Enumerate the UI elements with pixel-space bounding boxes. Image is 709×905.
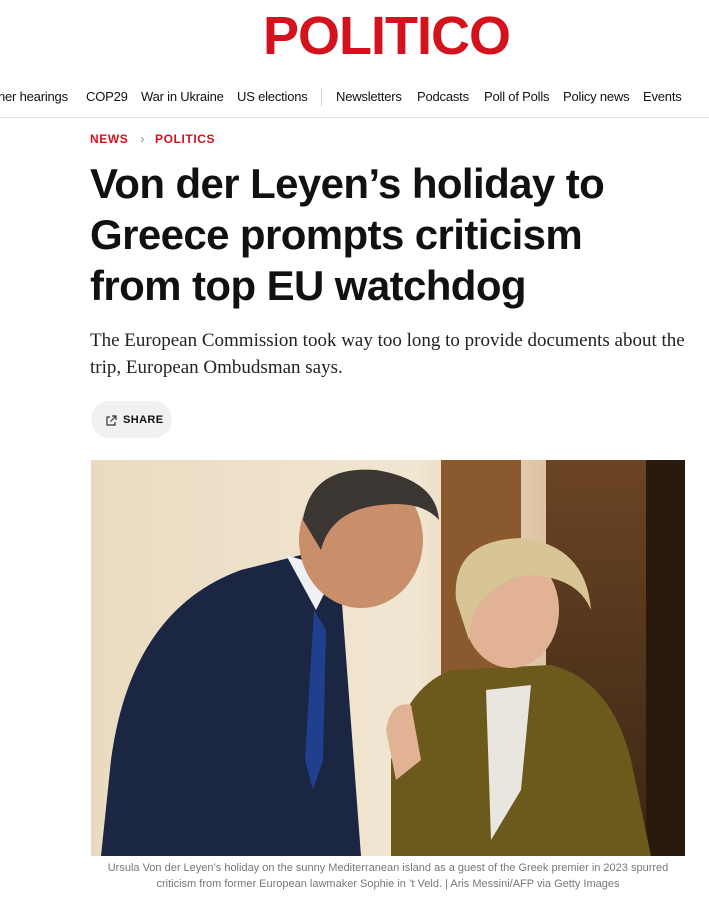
nav-item-poll-of-polls[interactable]: Poll of Polls (484, 89, 550, 105)
article-dek: The European Commission took way too lon… (90, 330, 685, 378)
site-header: POLITICO (0, 0, 709, 72)
nav-item-hearings[interactable]: ner hearings (0, 89, 68, 105)
nav-item-events[interactable]: Events (643, 89, 682, 105)
nav-divider-line (0, 117, 709, 118)
share-button[interactable]: SHARE (91, 401, 172, 438)
nav-item-war-in-ukraine[interactable]: War in Ukraine (141, 89, 224, 105)
article-headline: Von der Leyen’s holiday to Greece prompt… (90, 160, 605, 309)
breadcrumb-news[interactable]: NEWS (90, 132, 128, 146)
breadcrumb: NEWS › POLITICS (90, 131, 215, 147)
chevron-right-icon: › (140, 132, 146, 146)
article-photo (91, 460, 685, 856)
nav-item-podcasts[interactable]: Podcasts (417, 89, 469, 105)
topic-nav: ner hearings COP29 War in Ukraine US ele… (0, 80, 709, 114)
nav-item-policy-news[interactable]: Policy news (563, 89, 630, 105)
nav-item-us-elections[interactable]: US elections (237, 89, 308, 105)
share-icon (105, 414, 117, 426)
nav-item-cop29[interactable]: COP29 (86, 89, 128, 105)
nav-item-newsletters[interactable]: Newsletters (336, 89, 402, 105)
breadcrumb-politics[interactable]: POLITICS (155, 132, 215, 146)
politico-logo[interactable]: POLITICO (0, 8, 709, 64)
nav-divider (321, 88, 322, 106)
photo-caption: Ursula Von der Leyen’s holiday on the su… (107, 862, 669, 890)
share-label: SHARE (123, 413, 164, 426)
